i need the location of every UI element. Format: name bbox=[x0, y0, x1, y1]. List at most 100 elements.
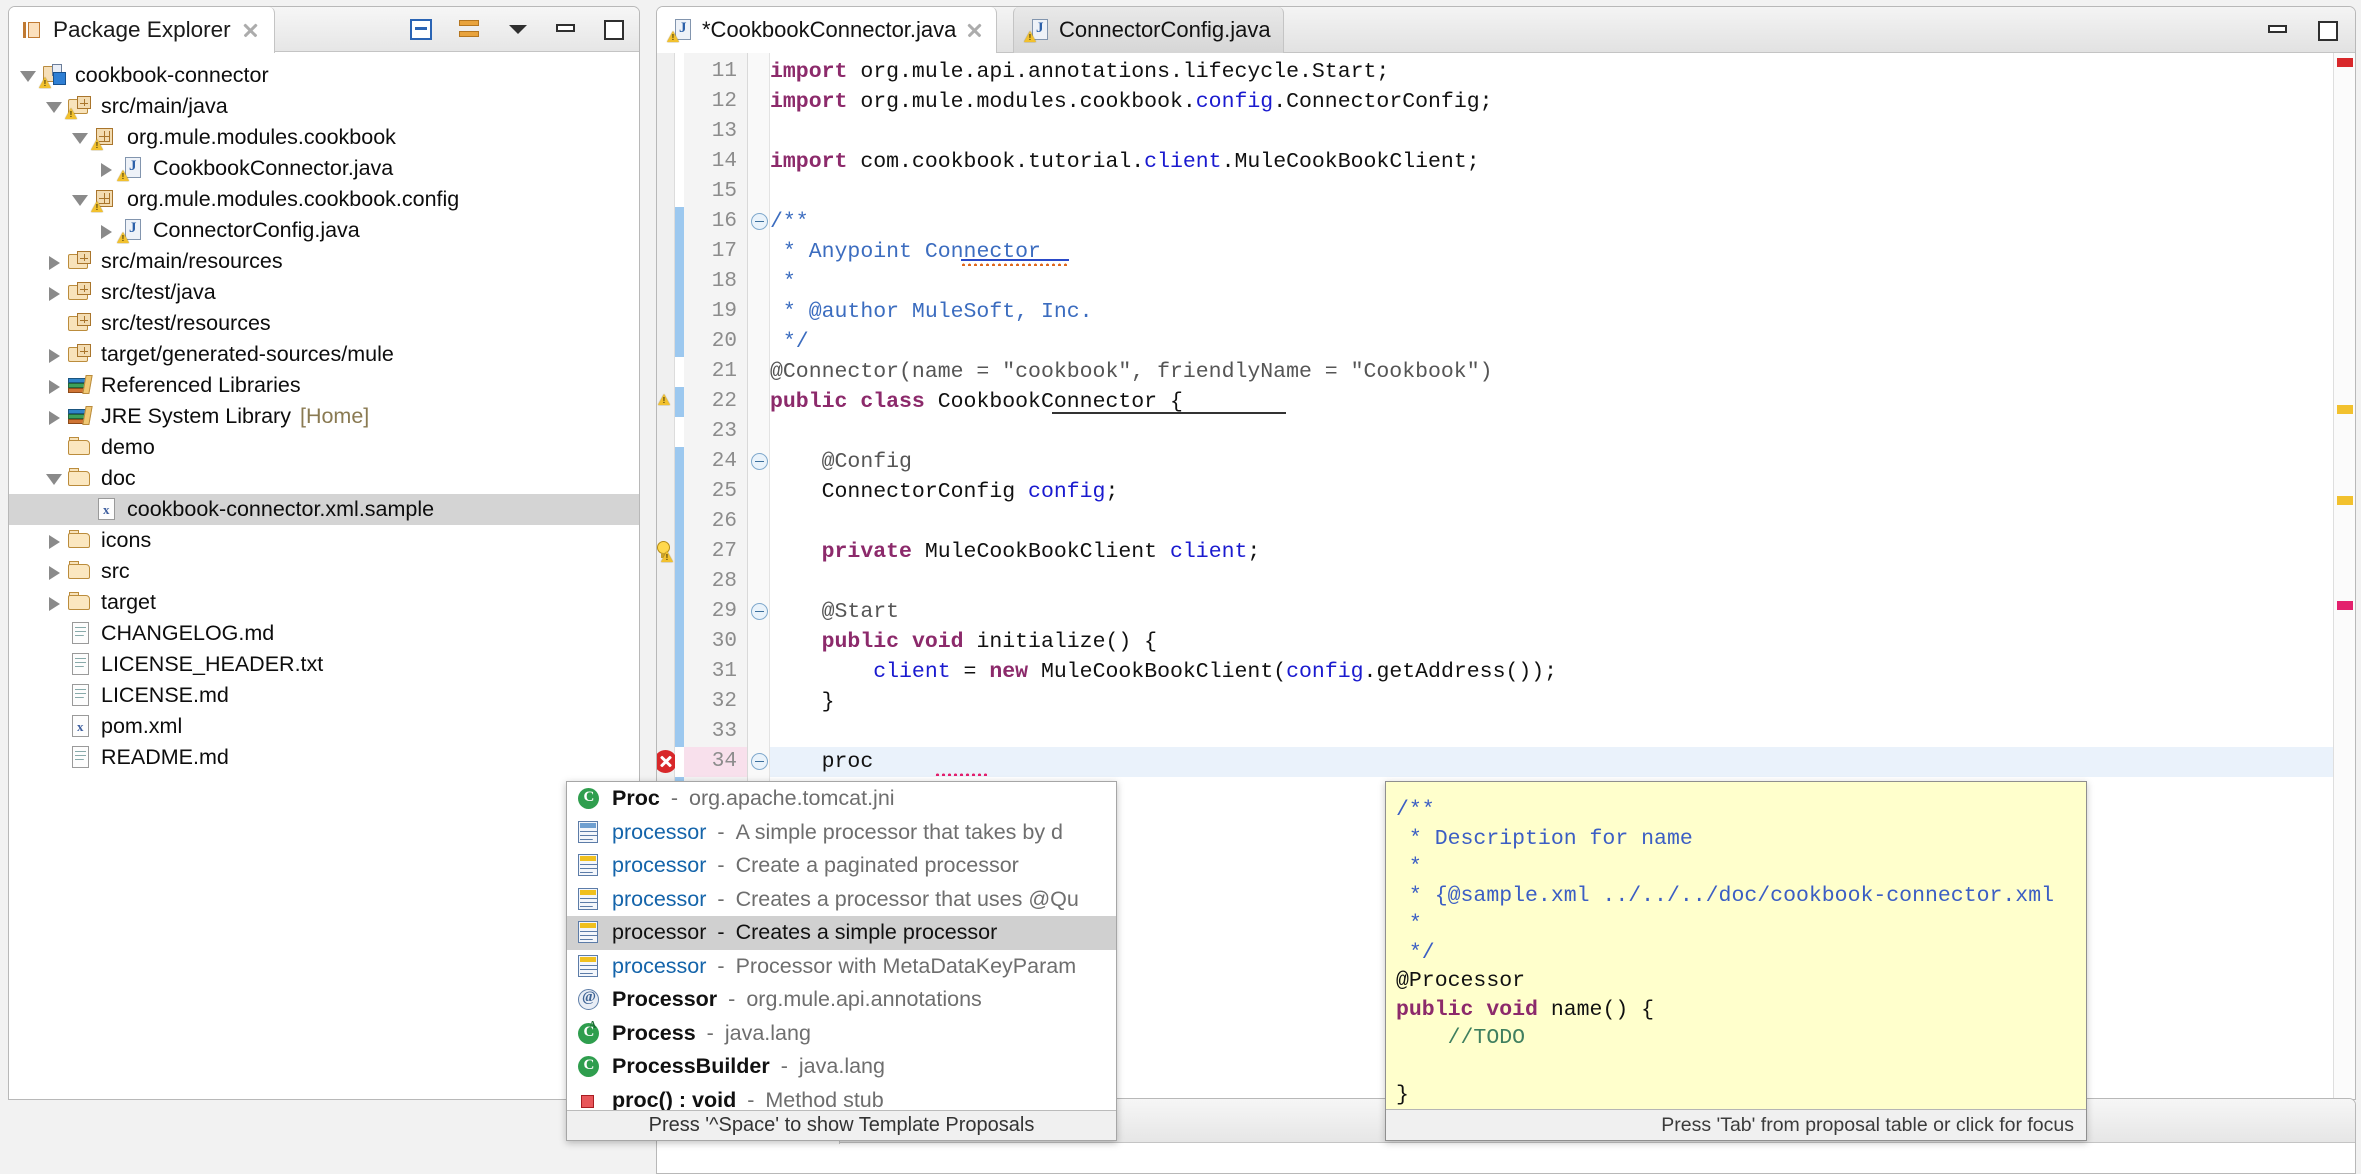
tree-item-connectorconfig-java[interactable]: ConnectorConfig.java bbox=[9, 215, 639, 246]
proposal-item[interactable]: processor-Creates a simple processor bbox=[567, 916, 1116, 950]
twisty-expanded-icon[interactable] bbox=[15, 60, 41, 91]
tree-item-changelog-md[interactable]: CHANGELOG.md bbox=[9, 618, 639, 649]
proposal-item[interactable]: processor-Processor with MetaDataKeyPara… bbox=[567, 950, 1116, 984]
line-number: 26 bbox=[712, 510, 737, 533]
content-assist-popup[interactable]: Proc-org.apache.tomcat.jniprocessor-A si… bbox=[566, 781, 1117, 1141]
tree-item-src-main-java[interactable]: src/main/java bbox=[9, 91, 639, 122]
twisty-collapsed-icon[interactable] bbox=[41, 525, 67, 556]
proposal-item[interactable]: processor-Creates a processor that uses … bbox=[567, 883, 1116, 917]
proposal-item[interactable]: Processor-org.mule.api.annotations bbox=[567, 983, 1116, 1017]
tree-item-license-md[interactable]: LICENSE.md bbox=[9, 680, 639, 711]
tree-item-org-mule-modules-cookbook-config[interactable]: org.mule.modules.cookbook.config bbox=[9, 184, 639, 215]
twisty-collapsed-icon[interactable] bbox=[41, 587, 67, 618]
tree-item-src-test-java[interactable]: src/test/java bbox=[9, 277, 639, 308]
twisty-collapsed-icon[interactable] bbox=[41, 339, 67, 370]
code-line[interactable]: */ bbox=[770, 329, 809, 356]
code-line[interactable]: private MuleCookBookClient client; bbox=[770, 539, 1260, 566]
tree-item-demo[interactable]: demo bbox=[9, 432, 639, 463]
code-line[interactable]: * bbox=[770, 269, 796, 296]
proposal-table[interactable]: Proc-org.apache.tomcat.jniprocessor-A si… bbox=[567, 782, 1116, 1141]
tree-item-referenced-libraries[interactable]: Referenced Libraries bbox=[9, 370, 639, 401]
code-line[interactable]: proc bbox=[770, 749, 873, 776]
md-file-icon bbox=[67, 621, 94, 646]
code-line[interactable]: } bbox=[770, 689, 835, 716]
twisty-collapsed-icon[interactable] bbox=[41, 556, 67, 587]
proposal-item[interactable]: Proc-org.apache.tomcat.jni bbox=[567, 782, 1116, 816]
code-line[interactable]: import org.mule.modules.cookbook.config.… bbox=[770, 89, 1493, 116]
minimize-icon[interactable] bbox=[2263, 16, 2293, 46]
twisty-collapsed-icon[interactable] bbox=[93, 215, 119, 246]
code-line[interactable]: client = new MuleCookBookClient(config.g… bbox=[770, 659, 1557, 686]
link-with-editor-icon[interactable] bbox=[455, 15, 485, 45]
code-line[interactable]: ConnectorConfig config; bbox=[770, 479, 1118, 506]
editor-tab-connectorconfig[interactable]: ConnectorConfig.java bbox=[1013, 7, 1284, 53]
twisty-expanded-icon[interactable] bbox=[67, 184, 93, 215]
twisty-collapsed-icon[interactable] bbox=[41, 246, 67, 277]
overview-marker[interactable] bbox=[2337, 405, 2353, 414]
fold-toggle-icon[interactable] bbox=[751, 603, 768, 620]
maximize-icon[interactable] bbox=[2313, 16, 2343, 46]
tree-item-readme-md[interactable]: README.md bbox=[9, 742, 639, 773]
proposal-item[interactable]: processor-Create a paginated processor bbox=[567, 849, 1116, 883]
tree-item-cookbookconnector-java[interactable]: CookbookConnector.java bbox=[9, 153, 639, 184]
tree-item-target[interactable]: target bbox=[9, 587, 639, 618]
tree-item-cookbook-connector[interactable]: cookbook-connector bbox=[9, 60, 639, 91]
javadoc-preview-popup[interactable]: /** * Description for name * * {@sample.… bbox=[1385, 781, 2087, 1141]
twisty-expanded-icon[interactable] bbox=[41, 463, 67, 494]
minimize-icon[interactable] bbox=[551, 15, 581, 45]
tree-item-src-main-resources[interactable]: src/main/resources bbox=[9, 246, 639, 277]
overview-ruler[interactable] bbox=[2333, 53, 2355, 1099]
tree-item-target-generated-sources-mule[interactable]: target/generated-sources/mule bbox=[9, 339, 639, 370]
code-line[interactable]: /** bbox=[770, 209, 809, 236]
proposal-item[interactable]: processor-A simple processor that takes … bbox=[567, 816, 1116, 850]
proposal-item[interactable]: ProcessBuilder-java.lang bbox=[567, 1050, 1116, 1084]
twisty-expanded-icon[interactable] bbox=[67, 122, 93, 153]
error-marker-icon[interactable] bbox=[657, 750, 677, 773]
overview-marker[interactable] bbox=[2337, 496, 2353, 505]
package-explorer-tree[interactable]: cookbook-connectorsrc/main/javaorg.mule.… bbox=[9, 53, 639, 1099]
code-line[interactable]: @Config bbox=[770, 449, 912, 476]
tree-item-src[interactable]: src bbox=[9, 556, 639, 587]
fold-toggle-icon[interactable] bbox=[751, 753, 768, 770]
twisty-collapsed-icon[interactable] bbox=[41, 370, 67, 401]
overview-marker[interactable] bbox=[2337, 601, 2353, 610]
problems-list[interactable] bbox=[657, 1144, 2355, 1173]
tree-item-doc[interactable]: doc bbox=[9, 463, 639, 494]
code-line[interactable]: import org.mule.api.annotations.lifecycl… bbox=[770, 59, 1389, 86]
twisty-expanded-icon[interactable] bbox=[41, 91, 67, 122]
view-menu-icon[interactable] bbox=[503, 15, 533, 45]
tree-item-license-header-txt[interactable]: LICENSE_HEADER.txt bbox=[9, 649, 639, 680]
twisty-collapsed-icon[interactable] bbox=[93, 153, 119, 184]
code-line[interactable]: * @author MuleSoft, Inc. bbox=[770, 299, 1093, 326]
code-line[interactable]: import com.cookbook.tutorial.client.Mule… bbox=[770, 149, 1480, 176]
tree-item-label: src bbox=[101, 559, 130, 584]
editor-tabbar: *CookbookConnector.java ConnectorConfig.j… bbox=[657, 7, 2355, 53]
code-line[interactable]: public void initialize() { bbox=[770, 629, 1157, 656]
tree-item-jre-system-library[interactable]: JRE System Library[Home] bbox=[9, 401, 639, 432]
editor-tab-cookbookconnector[interactable]: *CookbookConnector.java bbox=[657, 7, 997, 53]
tree-item-pom-xml[interactable]: pom.xml bbox=[9, 711, 639, 742]
close-icon[interactable] bbox=[965, 21, 984, 40]
tab-package-explorer[interactable]: Package Explorer bbox=[9, 7, 275, 53]
twisty-collapsed-icon[interactable] bbox=[41, 277, 67, 308]
tree-item-org-mule-modules-cookbook[interactable]: org.mule.modules.cookbook bbox=[9, 122, 639, 153]
proposal-description: Method stub bbox=[765, 1088, 883, 1113]
tree-item-cookbook-connector-xml-sample[interactable]: cookbook-connector.xml.sample bbox=[9, 494, 639, 525]
code-line[interactable]: @Connector(name = "cookbook", friendlyNa… bbox=[770, 359, 1493, 386]
java-file-icon bbox=[669, 18, 693, 42]
close-icon[interactable] bbox=[241, 21, 260, 40]
proposal-item[interactable]: Process-java.lang bbox=[567, 1017, 1116, 1051]
fold-toggle-icon[interactable] bbox=[751, 453, 768, 470]
tree-item-icons[interactable]: icons bbox=[9, 525, 639, 556]
warning-badge-icon bbox=[65, 108, 78, 120]
collapse-all-icon[interactable] bbox=[407, 15, 437, 45]
maximize-icon[interactable] bbox=[599, 15, 629, 45]
tree-item-src-test-resources[interactable]: src/test/resources bbox=[9, 308, 639, 339]
twisty-collapsed-icon[interactable] bbox=[41, 401, 67, 432]
quick-fix-bulb-icon[interactable] bbox=[657, 541, 676, 562]
warning-marker-icon[interactable] bbox=[658, 394, 675, 409]
code-line[interactable]: @Start bbox=[770, 599, 899, 626]
warning-badge-icon bbox=[91, 139, 104, 151]
fold-toggle-icon[interactable] bbox=[751, 213, 768, 230]
overview-marker[interactable] bbox=[2337, 58, 2353, 67]
